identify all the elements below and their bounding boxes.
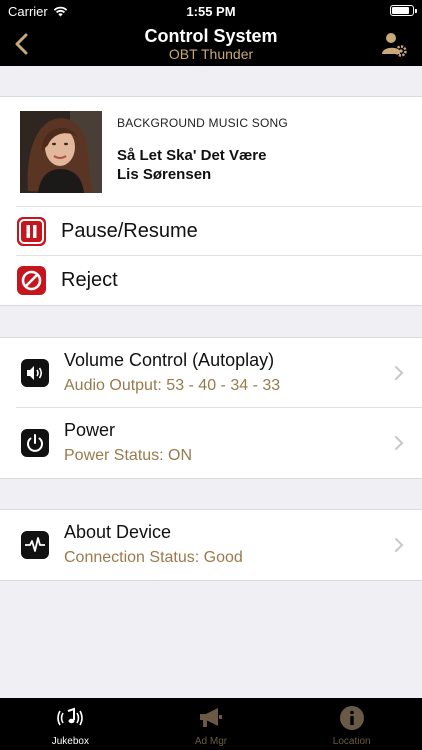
speaker-icon: [21, 359, 49, 387]
chevron-right-icon: [395, 366, 404, 380]
battery-level: [392, 7, 409, 14]
battery-icon: [390, 5, 417, 16]
pause-resume-label: Pause/Resume: [61, 219, 198, 242]
audio-output-status: Audio Output: 53 - 40 - 34 - 33: [64, 377, 281, 394]
chevron-right-icon: [395, 436, 404, 450]
about-device-title: About Device: [64, 522, 172, 542]
settings-section: Volume Control (Autoplay) Audio Output: …: [0, 337, 422, 479]
song-title: Så Let Ska' Det Være: [117, 147, 267, 164]
power-status: Power Status: ON: [64, 447, 193, 464]
now-playing-section: BACKGROUND MUSIC SONG Så Let Ska' Det Væ…: [0, 96, 422, 306]
navigation-bar: Control System OBT Thunder: [0, 22, 422, 66]
prohibited-icon: [17, 266, 46, 295]
pause-resume-button[interactable]: Pause/Resume: [16, 207, 422, 256]
volume-control-row[interactable]: Volume Control (Autoplay) Audio Output: …: [16, 338, 422, 408]
song-metadata: BACKGROUND MUSIC SONG Så Let Ska' Det Væ…: [117, 116, 288, 184]
pulse-icon: [21, 531, 49, 559]
tab-ad-mgr[interactable]: Ad Mgr: [141, 698, 282, 750]
volume-control-title: Volume Control (Autoplay): [64, 350, 275, 370]
now-playing-row: BACKGROUND MUSIC SONG Så Let Ska' Det Væ…: [16, 97, 422, 207]
chevron-right-icon: [395, 538, 404, 552]
song-artist: Lis Sørensen: [117, 166, 212, 183]
reject-label: Reject: [61, 269, 118, 291]
info-icon: [339, 706, 364, 730]
tab-label: Jukebox: [51, 736, 89, 747]
nav-titles: Control System OBT Thunder: [60, 26, 362, 63]
tab-bar: Jukebox Ad Mgr Location: [0, 698, 422, 750]
about-device-row[interactable]: About Device Connection Status: Good: [16, 510, 422, 580]
status-bar: Carrier 1:55 PM: [0, 0, 422, 22]
song-kicker: BACKGROUND MUSIC SONG: [117, 116, 288, 130]
back-arrow-icon[interactable]: [10, 30, 34, 58]
megaphone-icon: [200, 708, 222, 727]
page-title: Control System: [144, 26, 278, 46]
page-subtitle: OBT Thunder: [168, 46, 254, 62]
tab-label: Location: [332, 736, 371, 747]
pause-icon: [17, 216, 46, 246]
tab-label: Ad Mgr: [194, 736, 228, 747]
status-time: 1:55 PM: [186, 4, 236, 19]
power-title: Power: [64, 420, 116, 440]
jukebox-icon: [57, 707, 84, 726]
power-row[interactable]: Power Power Status: ON: [16, 408, 422, 478]
user-settings-icon[interactable]: [380, 30, 408, 58]
album-art: [20, 111, 102, 193]
connection-status: Connection Status: Good: [64, 549, 243, 566]
power-icon: [21, 429, 49, 457]
tab-location[interactable]: Location: [281, 698, 422, 750]
tab-jukebox[interactable]: Jukebox: [0, 698, 141, 750]
device-section: About Device Connection Status: Good: [0, 509, 422, 581]
reject-button[interactable]: Reject: [16, 256, 422, 305]
